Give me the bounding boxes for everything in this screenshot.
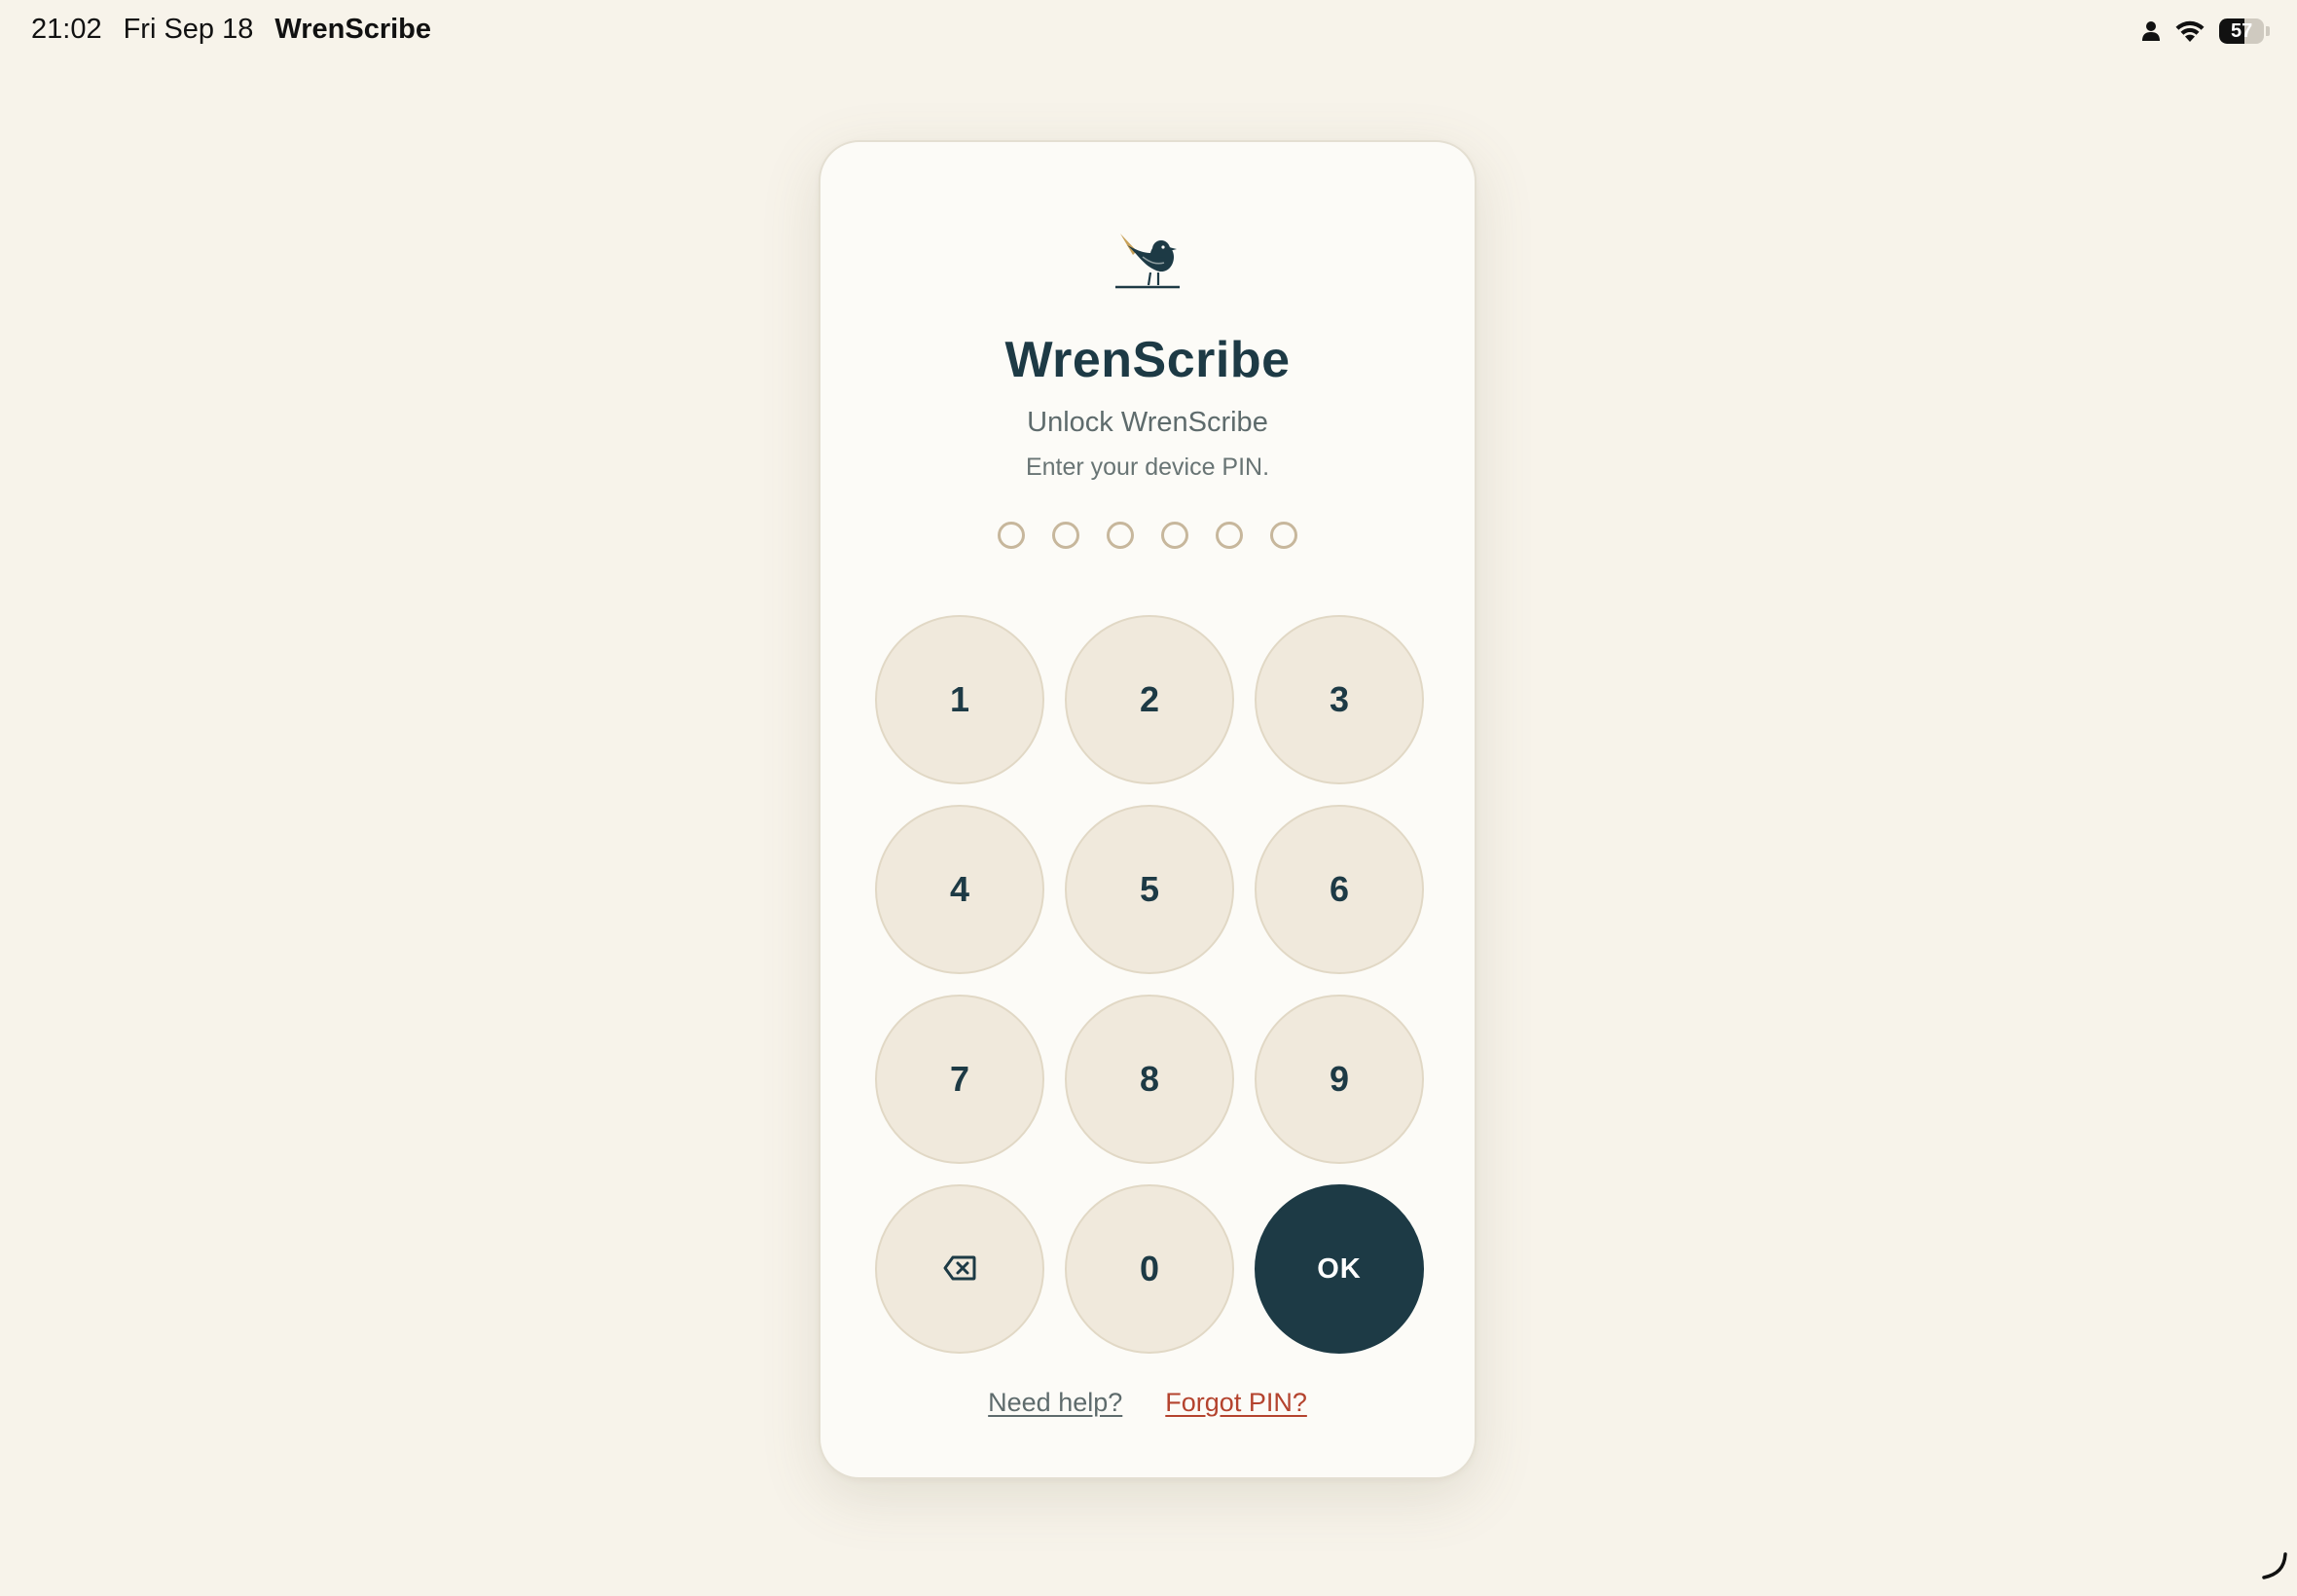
key-9[interactable]: 9 [1255,995,1424,1164]
key-2[interactable]: 2 [1065,615,1234,784]
pin-keypad: 1 2 3 4 5 6 7 8 9 0 OK [875,615,1424,1354]
pin-dot [1052,522,1079,549]
need-help-link[interactable]: Need help? [988,1388,1122,1418]
key-5[interactable]: 5 [1065,805,1234,974]
wifi-icon [2174,19,2206,43]
wren-bird-icon [820,232,1475,292]
help-links: Need help? Forgot PIN? [820,1388,1475,1418]
key-8[interactable]: 8 [1065,995,1234,1164]
key-1[interactable]: 1 [875,615,1044,784]
resize-corner-icon [2258,1550,2289,1586]
unlock-subtitle: Unlock WrenScribe [1027,407,1268,438]
battery-percent: 57 [2230,19,2253,42]
ok-button[interactable]: OK [1255,1184,1424,1354]
pin-dot [1270,522,1297,549]
status-app-name: WrenScribe [274,14,432,45]
battery-body: 57 [2219,18,2265,44]
pin-dot [1107,522,1134,549]
key-3[interactable]: 3 [1255,615,1424,784]
status-bar: 21:02 Fri Sep 18 WrenScribe 57 [0,0,2297,62]
key-0[interactable]: 0 [1065,1184,1234,1354]
key-7[interactable]: 7 [875,995,1044,1164]
key-6[interactable]: 6 [1255,805,1424,974]
status-left: 21:02 Fri Sep 18 WrenScribe [31,14,431,46]
pin-dot [1161,522,1188,549]
status-time: 21:02 [31,14,102,45]
backspace-button[interactable] [875,1184,1044,1354]
pin-dot [998,522,1025,549]
pin-hint: Enter your device PIN. [1025,453,1270,481]
forgot-pin-link[interactable]: Forgot PIN? [1165,1388,1307,1418]
pin-dot [1216,522,1243,549]
person-icon [2141,20,2161,42]
battery-icon: 57 [2219,18,2270,44]
pin-indicator [820,522,1475,549]
app-title: WrenScribe [1004,332,1291,388]
key-4[interactable]: 4 [875,805,1044,974]
unlock-card: WrenScribe Unlock WrenScribe Enter your … [819,140,1477,1479]
backspace-icon [943,1249,976,1289]
status-date: Fri Sep 18 [123,14,254,45]
status-right: 57 [2141,16,2270,47]
battery-cap [2266,26,2270,36]
